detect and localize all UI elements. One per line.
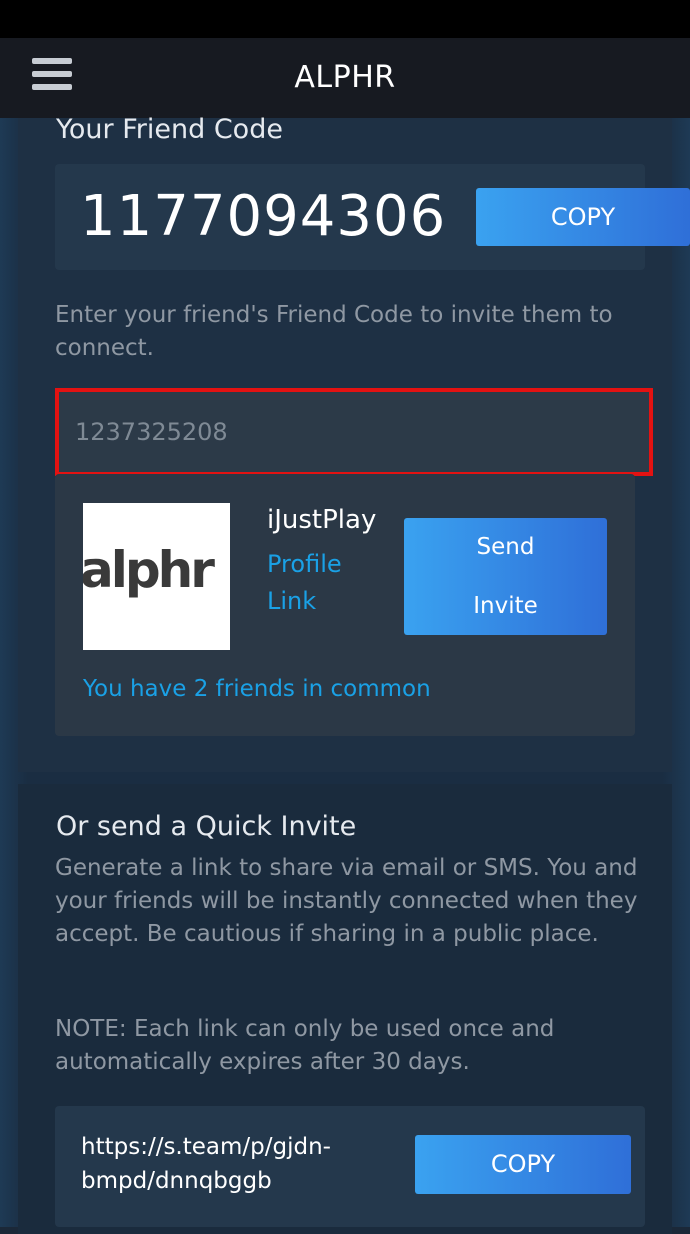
send-invite-button[interactable]: Send Invite <box>404 518 607 635</box>
app-header: ALPHR <box>0 38 690 119</box>
profile-link[interactable]: Profile Link <box>267 546 387 620</box>
avatar-logo-text: alphr <box>83 541 215 599</box>
friend-code-title: Your Friend Code <box>56 114 283 145</box>
friend-code-input[interactable] <box>55 388 653 476</box>
friend-code-value: 1177094306 <box>80 184 447 249</box>
copy-invite-link-button[interactable]: COPY <box>415 1135 631 1194</box>
app-title: ALPHR <box>294 60 396 95</box>
quick-invite-description: Generate a link to share via email or SM… <box>55 855 638 947</box>
friends-in-common-link[interactable]: You have 2 friends in common <box>83 676 431 702</box>
send-invite-label-line1: Send <box>476 533 535 560</box>
quick-invite-title: Or send a Quick Invite <box>56 811 357 842</box>
invite-link-text: https://s.team/p/gjdn-bmpd/dnnqbggb <box>81 1134 331 1194</box>
quick-invite-note: NOTE: Each link can only be used once an… <box>55 1016 555 1075</box>
copy-friend-code-button[interactable]: COPY <box>476 188 690 246</box>
invite-description: Enter your friend's Friend Code to invit… <box>55 302 613 361</box>
avatar: alphr <box>83 503 230 650</box>
send-invite-label-line2: Invite <box>473 592 538 619</box>
friend-username: iJustPlay <box>267 505 377 535</box>
status-bar <box>0 0 690 38</box>
